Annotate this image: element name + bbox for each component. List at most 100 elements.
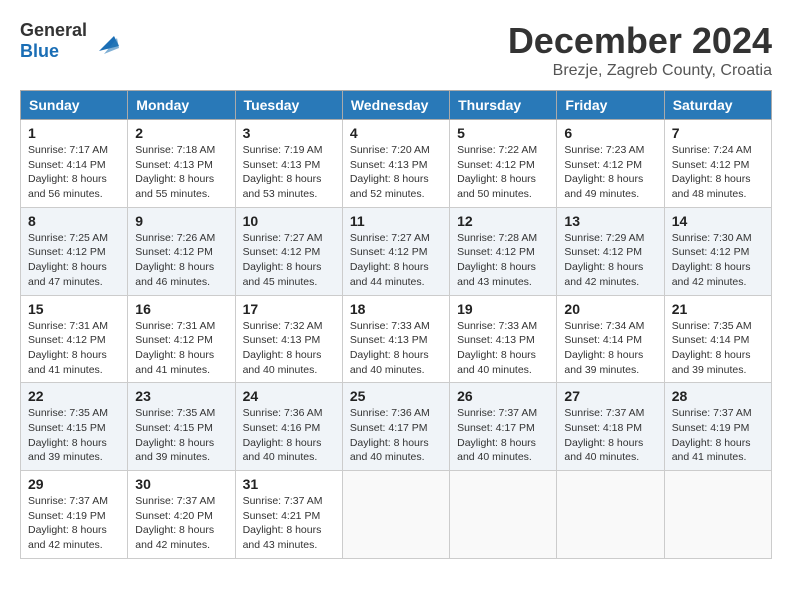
- title-area: December 2024 Brezje, Zagreb County, Cro…: [508, 20, 772, 80]
- day-info: Sunrise: 7:37 AMSunset: 4:19 PMDaylight:…: [28, 494, 120, 553]
- page-header: General Blue December 2024 Brezje, Zagre…: [20, 20, 772, 80]
- calendar-cell-8: 8 Sunrise: 7:25 AMSunset: 4:12 PMDayligh…: [21, 207, 128, 295]
- day-number: 24: [243, 388, 335, 404]
- day-info: Sunrise: 7:35 AMSunset: 4:15 PMDaylight:…: [135, 406, 227, 465]
- day-number: 7: [672, 125, 764, 141]
- weekday-header-sunday: Sunday: [21, 91, 128, 120]
- calendar-cell-2: 2 Sunrise: 7:18 AMSunset: 4:13 PMDayligh…: [128, 120, 235, 208]
- day-number: 8: [28, 213, 120, 229]
- day-info: Sunrise: 7:37 AMSunset: 4:19 PMDaylight:…: [672, 406, 764, 465]
- day-info: Sunrise: 7:34 AMSunset: 4:14 PMDaylight:…: [564, 319, 656, 378]
- day-info: Sunrise: 7:30 AMSunset: 4:12 PMDaylight:…: [672, 231, 764, 290]
- location-title: Brezje, Zagreb County, Croatia: [508, 62, 772, 80]
- day-number: 19: [457, 301, 549, 317]
- day-number: 9: [135, 213, 227, 229]
- day-info: Sunrise: 7:17 AMSunset: 4:14 PMDaylight:…: [28, 143, 120, 202]
- day-info: Sunrise: 7:31 AMSunset: 4:12 PMDaylight:…: [28, 319, 120, 378]
- calendar-cell-20: 20 Sunrise: 7:34 AMSunset: 4:14 PMDaylig…: [557, 295, 664, 383]
- day-number: 21: [672, 301, 764, 317]
- empty-cell: [664, 471, 771, 559]
- day-number: 27: [564, 388, 656, 404]
- calendar-cell-5: 5 Sunrise: 7:22 AMSunset: 4:12 PMDayligh…: [450, 120, 557, 208]
- calendar-cell-22: 22 Sunrise: 7:35 AMSunset: 4:15 PMDaylig…: [21, 383, 128, 471]
- calendar-cell-28: 28 Sunrise: 7:37 AMSunset: 4:19 PMDaylig…: [664, 383, 771, 471]
- calendar-cell-10: 10 Sunrise: 7:27 AMSunset: 4:12 PMDaylig…: [235, 207, 342, 295]
- weekday-header-thursday: Thursday: [450, 91, 557, 120]
- day-info: Sunrise: 7:29 AMSunset: 4:12 PMDaylight:…: [564, 231, 656, 290]
- day-info: Sunrise: 7:32 AMSunset: 4:13 PMDaylight:…: [243, 319, 335, 378]
- logo-icon: [89, 26, 119, 56]
- calendar-cell-26: 26 Sunrise: 7:37 AMSunset: 4:17 PMDaylig…: [450, 383, 557, 471]
- logo: General Blue: [20, 20, 119, 62]
- calendar-cell-23: 23 Sunrise: 7:35 AMSunset: 4:15 PMDaylig…: [128, 383, 235, 471]
- day-info: Sunrise: 7:31 AMSunset: 4:12 PMDaylight:…: [135, 319, 227, 378]
- day-number: 23: [135, 388, 227, 404]
- calendar-cell-17: 17 Sunrise: 7:32 AMSunset: 4:13 PMDaylig…: [235, 295, 342, 383]
- calendar-cell-16: 16 Sunrise: 7:31 AMSunset: 4:12 PMDaylig…: [128, 295, 235, 383]
- day-number: 1: [28, 125, 120, 141]
- day-info: Sunrise: 7:33 AMSunset: 4:13 PMDaylight:…: [350, 319, 442, 378]
- day-info: Sunrise: 7:33 AMSunset: 4:13 PMDaylight:…: [457, 319, 549, 378]
- day-number: 2: [135, 125, 227, 141]
- calendar-cell-14: 14 Sunrise: 7:30 AMSunset: 4:12 PMDaylig…: [664, 207, 771, 295]
- day-number: 18: [350, 301, 442, 317]
- weekday-header-saturday: Saturday: [664, 91, 771, 120]
- day-info: Sunrise: 7:24 AMSunset: 4:12 PMDaylight:…: [672, 143, 764, 202]
- calendar-cell-24: 24 Sunrise: 7:36 AMSunset: 4:16 PMDaylig…: [235, 383, 342, 471]
- day-number: 5: [457, 125, 549, 141]
- day-number: 22: [28, 388, 120, 404]
- day-info: Sunrise: 7:25 AMSunset: 4:12 PMDaylight:…: [28, 231, 120, 290]
- calendar-table: SundayMondayTuesdayWednesdayThursdayFrid…: [20, 90, 772, 559]
- day-number: 28: [672, 388, 764, 404]
- calendar-cell-21: 21 Sunrise: 7:35 AMSunset: 4:14 PMDaylig…: [664, 295, 771, 383]
- day-info: Sunrise: 7:35 AMSunset: 4:15 PMDaylight:…: [28, 406, 120, 465]
- weekday-header-tuesday: Tuesday: [235, 91, 342, 120]
- weekday-header-wednesday: Wednesday: [342, 91, 449, 120]
- calendar-header-row: SundayMondayTuesdayWednesdayThursdayFrid…: [21, 91, 772, 120]
- day-number: 15: [28, 301, 120, 317]
- day-info: Sunrise: 7:26 AMSunset: 4:12 PMDaylight:…: [135, 231, 227, 290]
- logo-general: General: [20, 20, 87, 40]
- calendar-cell-18: 18 Sunrise: 7:33 AMSunset: 4:13 PMDaylig…: [342, 295, 449, 383]
- day-info: Sunrise: 7:36 AMSunset: 4:17 PMDaylight:…: [350, 406, 442, 465]
- day-number: 14: [672, 213, 764, 229]
- day-info: Sunrise: 7:37 AMSunset: 4:21 PMDaylight:…: [243, 494, 335, 553]
- calendar-cell-15: 15 Sunrise: 7:31 AMSunset: 4:12 PMDaylig…: [21, 295, 128, 383]
- day-info: Sunrise: 7:23 AMSunset: 4:12 PMDaylight:…: [564, 143, 656, 202]
- day-number: 25: [350, 388, 442, 404]
- calendar-cell-3: 3 Sunrise: 7:19 AMSunset: 4:13 PMDayligh…: [235, 120, 342, 208]
- calendar-cell-29: 29 Sunrise: 7:37 AMSunset: 4:19 PMDaylig…: [21, 471, 128, 559]
- day-info: Sunrise: 7:35 AMSunset: 4:14 PMDaylight:…: [672, 319, 764, 378]
- calendar-cell-19: 19 Sunrise: 7:33 AMSunset: 4:13 PMDaylig…: [450, 295, 557, 383]
- day-info: Sunrise: 7:20 AMSunset: 4:13 PMDaylight:…: [350, 143, 442, 202]
- empty-cell: [342, 471, 449, 559]
- calendar-row-4: 29 Sunrise: 7:37 AMSunset: 4:19 PMDaylig…: [21, 471, 772, 559]
- day-info: Sunrise: 7:37 AMSunset: 4:20 PMDaylight:…: [135, 494, 227, 553]
- calendar-cell-6: 6 Sunrise: 7:23 AMSunset: 4:12 PMDayligh…: [557, 120, 664, 208]
- day-number: 11: [350, 213, 442, 229]
- day-number: 6: [564, 125, 656, 141]
- calendar-cell-1: 1 Sunrise: 7:17 AMSunset: 4:14 PMDayligh…: [21, 120, 128, 208]
- day-info: Sunrise: 7:18 AMSunset: 4:13 PMDaylight:…: [135, 143, 227, 202]
- day-number: 3: [243, 125, 335, 141]
- calendar-cell-30: 30 Sunrise: 7:37 AMSunset: 4:20 PMDaylig…: [128, 471, 235, 559]
- calendar-cell-25: 25 Sunrise: 7:36 AMSunset: 4:17 PMDaylig…: [342, 383, 449, 471]
- day-info: Sunrise: 7:22 AMSunset: 4:12 PMDaylight:…: [457, 143, 549, 202]
- day-info: Sunrise: 7:36 AMSunset: 4:16 PMDaylight:…: [243, 406, 335, 465]
- day-info: Sunrise: 7:27 AMSunset: 4:12 PMDaylight:…: [350, 231, 442, 290]
- calendar-row-0: 1 Sunrise: 7:17 AMSunset: 4:14 PMDayligh…: [21, 120, 772, 208]
- logo-blue: Blue: [20, 41, 59, 61]
- day-info: Sunrise: 7:37 AMSunset: 4:17 PMDaylight:…: [457, 406, 549, 465]
- day-info: Sunrise: 7:19 AMSunset: 4:13 PMDaylight:…: [243, 143, 335, 202]
- day-info: Sunrise: 7:37 AMSunset: 4:18 PMDaylight:…: [564, 406, 656, 465]
- day-number: 17: [243, 301, 335, 317]
- day-info: Sunrise: 7:28 AMSunset: 4:12 PMDaylight:…: [457, 231, 549, 290]
- calendar-cell-13: 13 Sunrise: 7:29 AMSunset: 4:12 PMDaylig…: [557, 207, 664, 295]
- day-number: 26: [457, 388, 549, 404]
- day-number: 4: [350, 125, 442, 141]
- empty-cell: [557, 471, 664, 559]
- day-number: 30: [135, 476, 227, 492]
- day-number: 31: [243, 476, 335, 492]
- calendar-cell-9: 9 Sunrise: 7:26 AMSunset: 4:12 PMDayligh…: [128, 207, 235, 295]
- calendar-cell-7: 7 Sunrise: 7:24 AMSunset: 4:12 PMDayligh…: [664, 120, 771, 208]
